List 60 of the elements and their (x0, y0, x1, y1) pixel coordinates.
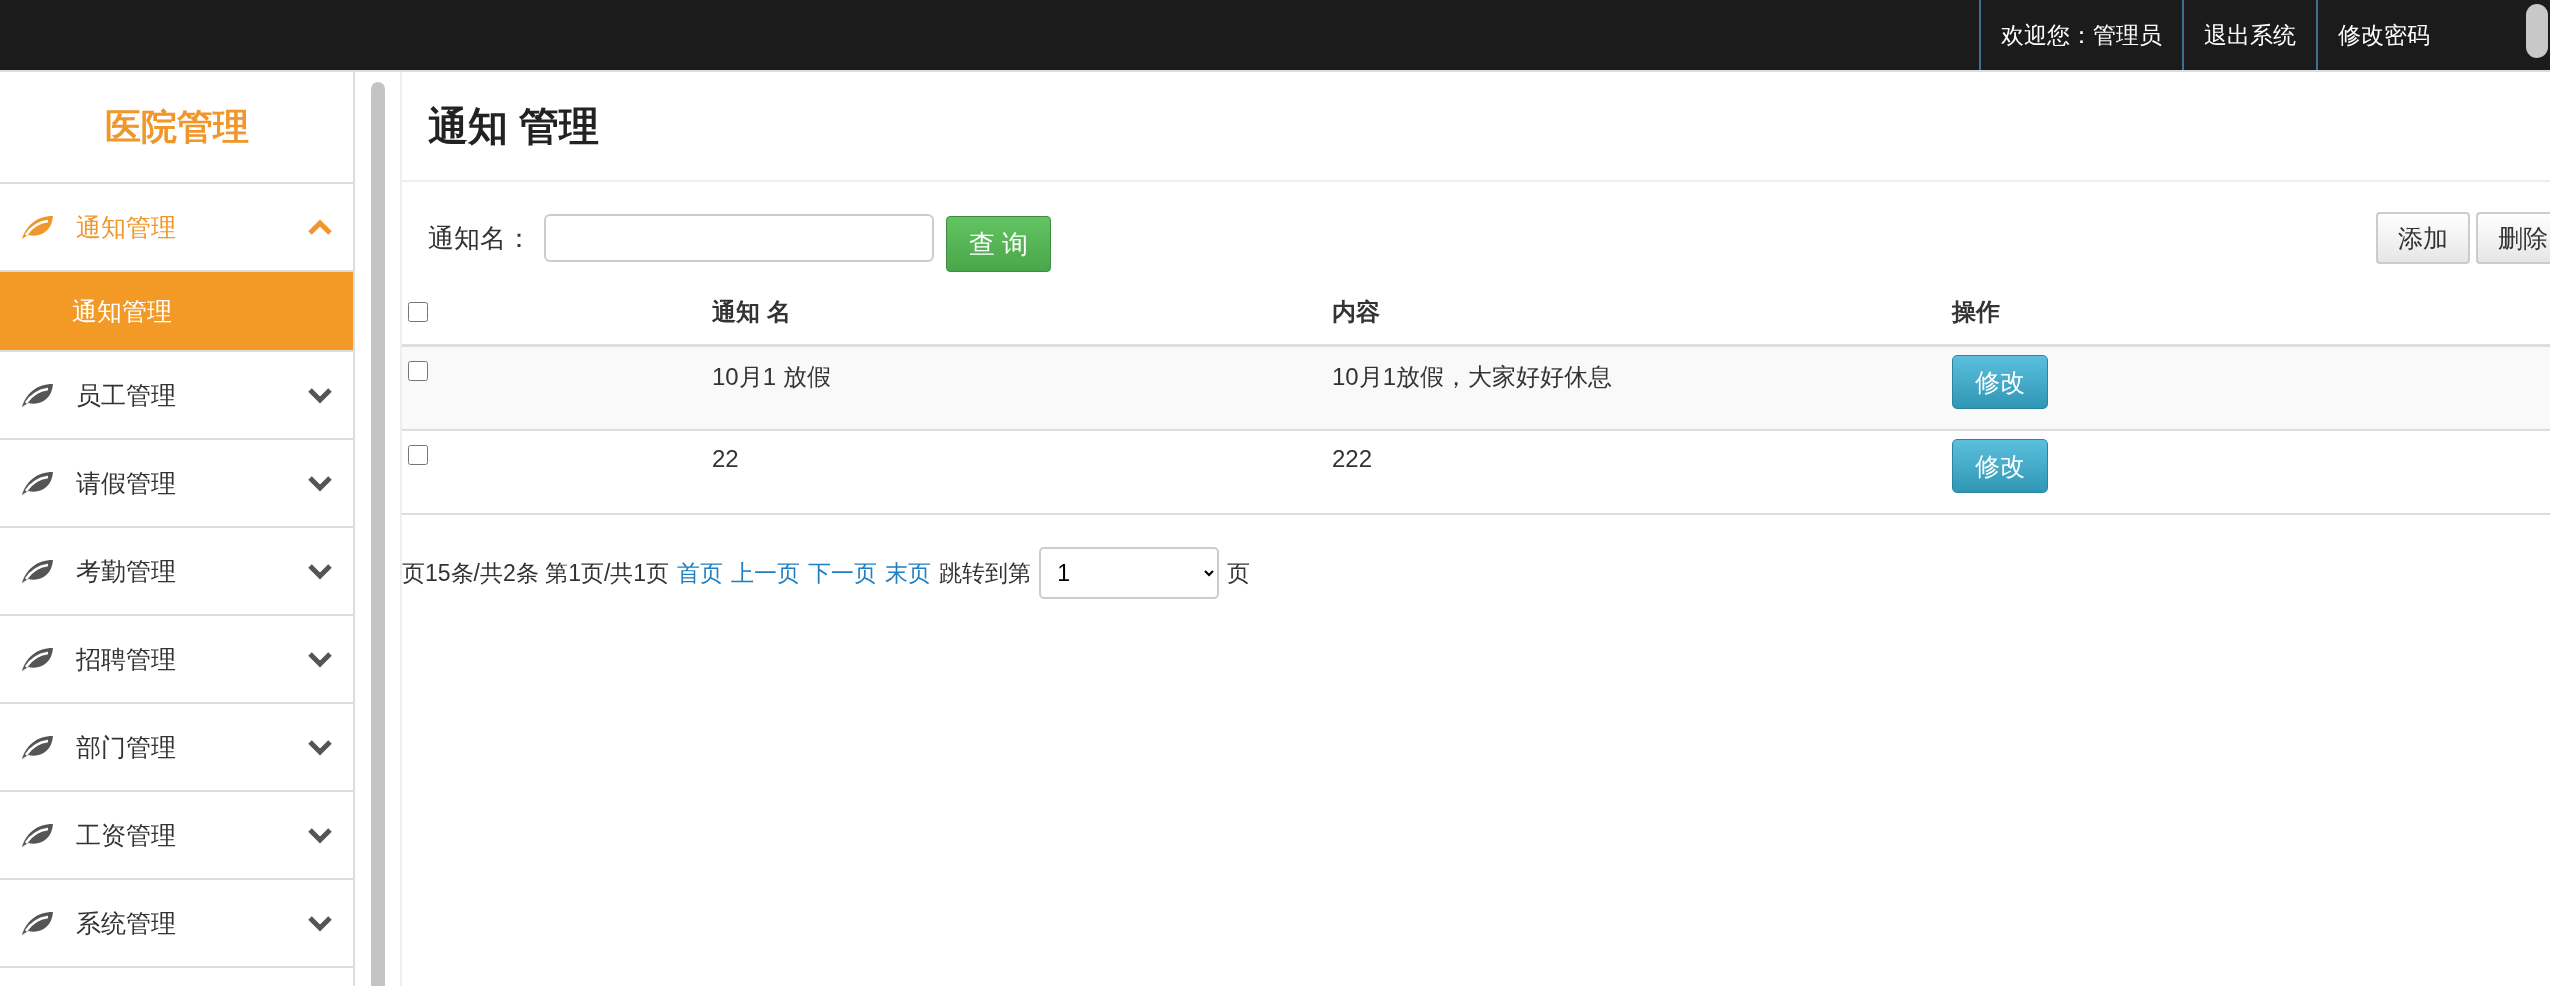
sidebar-menu-item[interactable]: 系统管理 (0, 880, 353, 968)
leaf-icon (20, 382, 54, 408)
menu-label: 部门管理 (76, 731, 177, 763)
chevron-down-icon (307, 386, 333, 404)
leaf-icon (20, 214, 54, 240)
scrollbar[interactable] (2526, 4, 2548, 58)
chevron-down-icon (307, 474, 333, 492)
top-bar-link[interactable]: 退出系统 (2182, 0, 2316, 70)
welcome-text: 欢迎您：管理员 (1979, 0, 2182, 70)
menu-label: 招聘管理 (76, 643, 177, 675)
sidebar-title: 医院管理 (0, 72, 353, 184)
leaf-icon (20, 910, 54, 936)
leaf-icon (20, 822, 54, 848)
sidebar-menu-item[interactable]: 考勤管理 (0, 528, 353, 616)
search-label: 通知名： (428, 221, 532, 255)
chevron-down-icon (307, 562, 333, 580)
sidebar-menu-item[interactable]: 工资管理 (0, 792, 353, 880)
sidebar-menu-item[interactable]: 请假管理 (0, 440, 353, 528)
menu-label: 工资管理 (76, 819, 177, 851)
menu-label: 员工管理 (76, 379, 177, 411)
table-cell: 22 (712, 445, 739, 473)
search-field[interactable] (544, 214, 934, 262)
pagination-link[interactable]: 末页 (885, 557, 932, 589)
chevron-down-icon (307, 738, 333, 756)
action-button[interactable]: 添加 (2376, 212, 2470, 264)
chevron-down-icon (307, 826, 333, 844)
menu-label: 请假管理 (76, 467, 177, 499)
column-header: 内容 (1332, 297, 1380, 327)
chevron-down-icon (307, 914, 333, 932)
column-header: 操作 (1952, 297, 2000, 327)
table-cell: 222 (1332, 445, 1373, 473)
page-suffix: 页 (1227, 558, 1251, 588)
column-header: 通知 名 (712, 297, 791, 327)
scrollbar[interactable] (370, 82, 385, 986)
jump-label: 跳转到第 (939, 558, 1032, 588)
chevron-up-icon (307, 218, 333, 236)
leaf-icon (20, 646, 54, 672)
pagination-link[interactable]: 首页 (677, 557, 724, 589)
pagination-link[interactable]: 下一页 (808, 557, 878, 589)
page-title: 通知 管理 (402, 72, 2550, 182)
menu-label: 通知管理 (76, 211, 177, 243)
select-all-checkbox[interactable] (408, 302, 428, 322)
table-cell-text: 10月1放假，大家好好休息 (1332, 362, 1613, 392)
sidebar-menu-item[interactable]: 部门管理 (0, 704, 353, 792)
top-bar-link[interactable]: 修改密码 (2316, 0, 2450, 70)
row-checkbox[interactable] (408, 361, 428, 381)
row-checkbox[interactable] (408, 445, 428, 465)
chevron-down-icon (307, 650, 333, 668)
leaf-icon (20, 734, 54, 760)
pagination-link[interactable]: 上一页 (731, 557, 801, 589)
leaf-icon (20, 558, 54, 584)
action-button[interactable]: 删除 (2476, 212, 2550, 264)
sidebar-menu-item[interactable]: 招聘管理 (0, 616, 353, 704)
menu-label: 考勤管理 (76, 555, 177, 587)
leaf-icon (20, 470, 54, 496)
table-cell-text: 10月1 放假 (712, 362, 831, 392)
menu-label: 系统管理 (76, 907, 177, 939)
pagination-summary: 页15条/共2条 第1页/共1页 (402, 558, 670, 588)
page-select[interactable]: 1 (1039, 547, 1220, 599)
sidebar-menu-item[interactable]: 员工管理 (0, 352, 353, 440)
